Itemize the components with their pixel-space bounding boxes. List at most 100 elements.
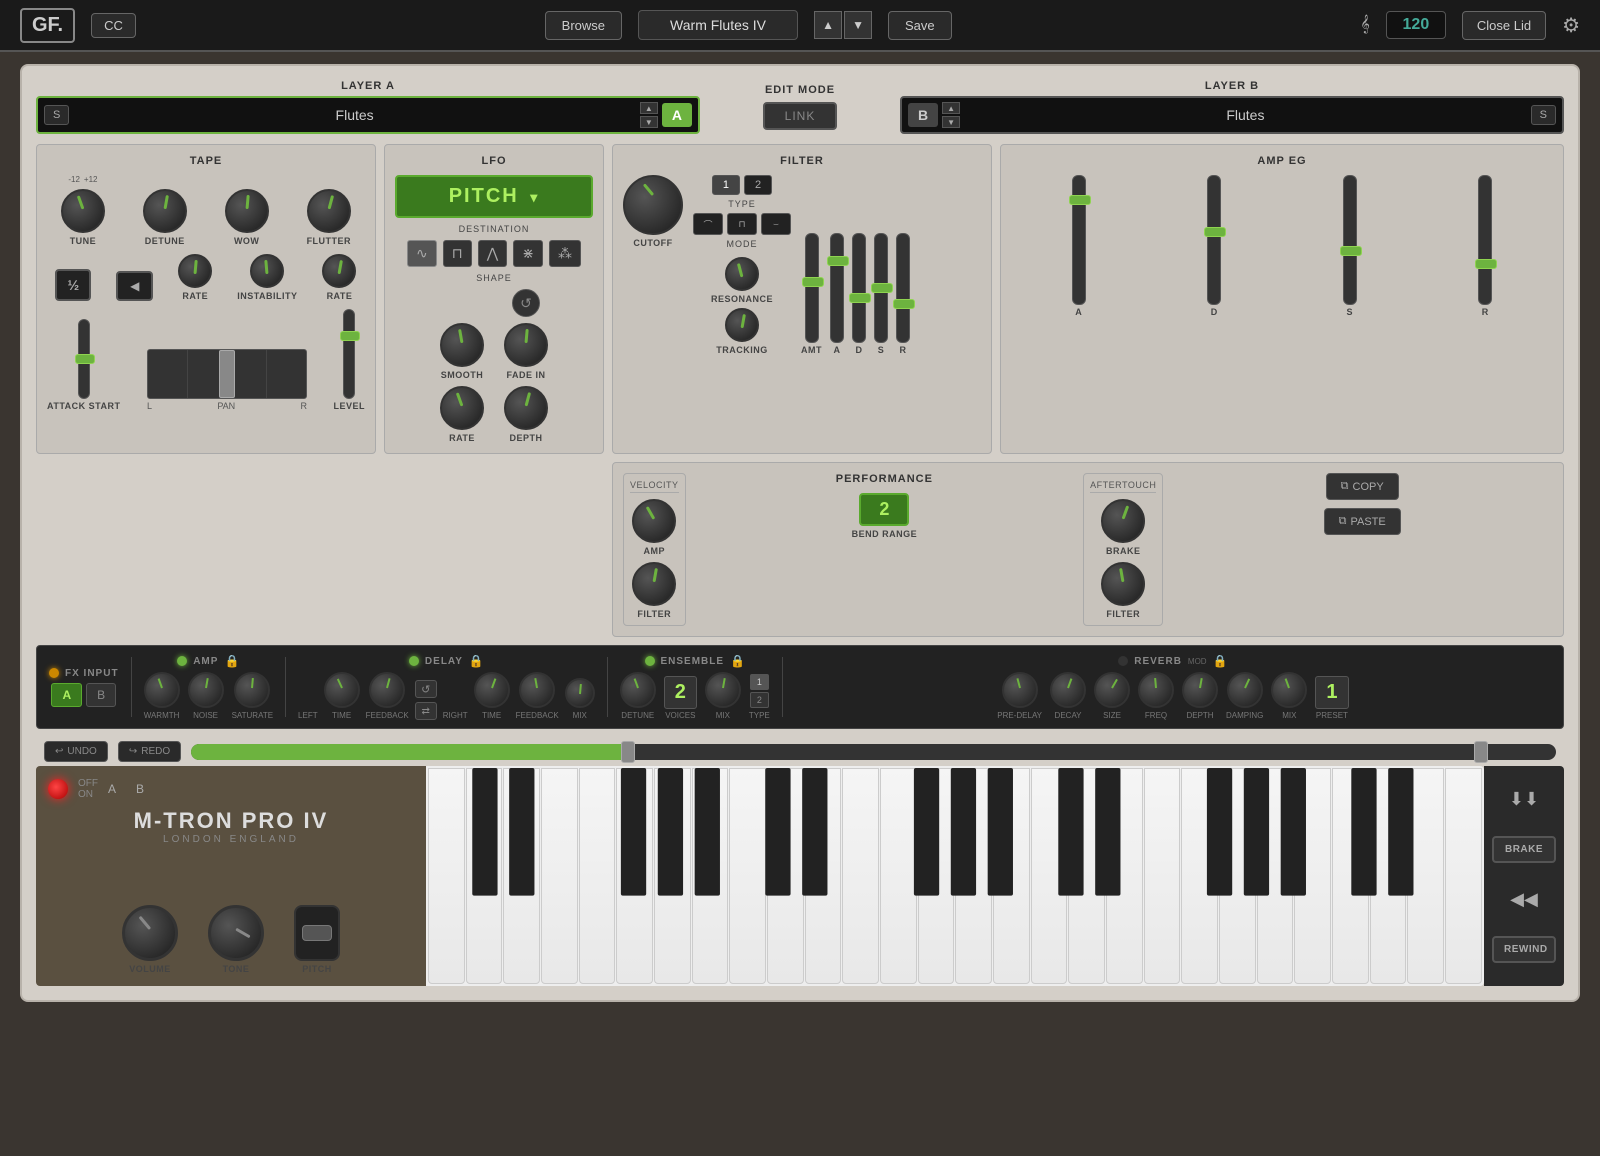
black-key-fs2[interactable] [914,768,939,896]
black-key-eb4[interactable] [1388,768,1413,896]
pitch-strip[interactable] [294,905,340,961]
black-key-eb1[interactable] [509,768,534,896]
lfo-sync-icon[interactable]: ↺ [512,289,540,317]
ens-mix-knob[interactable] [705,672,741,708]
delay-link-btn[interactable]: ⇄ [415,702,437,720]
black-key-bb1[interactable] [695,768,720,896]
ens-detune-knob[interactable] [620,672,656,708]
black-key-eb2[interactable] [802,768,827,896]
black-key-cs2[interactable] [765,768,790,896]
lfo-depth-knob[interactable] [504,386,548,430]
amp-s-slider[interactable] [1343,175,1357,305]
filter-type-1-btn[interactable]: 1 [712,175,740,195]
transport-progress-bar[interactable] [191,744,1556,760]
rev-depth-knob[interactable] [1182,672,1218,708]
fx-a-button[interactable]: A [51,683,82,707]
browse-button[interactable]: Browse [545,11,622,40]
volume-knob[interactable] [122,905,178,961]
rev-damping-knob[interactable] [1227,672,1263,708]
flutter-knob[interactable] [307,189,351,233]
cc-button[interactable]: CC [91,13,136,38]
filter-type-2-btn[interactable]: 2 [744,175,772,195]
shape-saw-btn[interactable]: ⋀ [478,240,507,267]
rev-decay-knob[interactable] [1050,672,1086,708]
detune-knob[interactable] [143,189,187,233]
preset-next-arrow[interactable]: ▼ [844,11,872,39]
filter-r-slider[interactable] [896,233,910,343]
ens-type-1-btn[interactable]: 1 [750,674,769,690]
delay-sync-btn[interactable]: ↺ [415,680,437,698]
black-key-ab2[interactable] [951,768,976,896]
ens-type-2-btn[interactable]: 2 [750,692,769,708]
amp-a-slider[interactable] [1072,175,1086,305]
close-lid-button[interactable]: Close Lid [1462,11,1546,40]
copy-button[interactable]: ⧉ COPY [1326,473,1399,500]
settings-icon[interactable]: ⚙ [1562,13,1580,38]
cutoff-knob[interactable] [623,175,683,235]
filter-a-slider[interactable] [830,233,844,343]
layer-b-down-arrow[interactable]: ▼ [942,116,960,128]
level-slider[interactable] [343,309,355,399]
black-key-fs1[interactable] [621,768,646,896]
filter-s-slider[interactable] [874,233,888,343]
black-key-cs1[interactable] [472,768,497,896]
black-key-ab1[interactable] [658,768,683,896]
undo-button[interactable]: ↩ UNDO [44,741,108,762]
wow-rate-knob[interactable] [178,254,212,288]
reverse-button[interactable]: ◀ [116,271,153,301]
rev-freq-knob[interactable] [1138,672,1174,708]
filter-mode-bp-btn[interactable]: ⊓ [727,213,757,235]
black-key-eb3[interactable] [1095,768,1120,896]
vel-filter-knob[interactable] [632,562,676,606]
lfo-destination-display[interactable]: PITCH ▾ [395,175,593,218]
tone-knob[interactable] [208,905,264,961]
black-key-bb2[interactable] [988,768,1013,896]
layer-b-solo-button[interactable]: S [1531,105,1556,125]
lfo-smooth-knob[interactable] [440,323,484,367]
amp-r-slider[interactable] [1478,175,1492,305]
black-key-fs3[interactable] [1207,768,1232,896]
bpm-display[interactable]: 120 [1386,11,1446,39]
progress-thumb-left[interactable] [621,741,635,763]
layer-a-down-arrow[interactable]: ▼ [640,116,658,128]
layer-a-up-arrow[interactable]: ▲ [640,102,658,114]
brake-side-button[interactable]: BRAKE [1492,836,1556,863]
progress-thumb-right[interactable] [1474,741,1488,763]
tracking-knob[interactable] [725,308,759,342]
black-key-cs3[interactable] [1058,768,1083,896]
rev-size-knob[interactable] [1094,672,1130,708]
perf-filter-knob[interactable] [1101,562,1145,606]
delay-left-feedback-knob[interactable] [369,672,405,708]
warmth-knob[interactable] [144,672,180,708]
attack-start-slider[interactable] [78,319,90,399]
filter-amt-slider[interactable] [805,233,819,343]
shape-ramp-btn[interactable]: ⋇ [513,240,543,267]
delay-mix-knob[interactable] [565,678,595,708]
black-key-ab3[interactable] [1244,768,1269,896]
shape-random-btn[interactable]: ⁂ [549,240,581,267]
pan-area[interactable] [147,349,307,399]
layer-a-solo-button[interactable]: S [44,105,69,125]
half-speed-button[interactable]: ½ [55,269,91,301]
filter-mode-lp-btn[interactable]: ⌒ [693,213,723,235]
rewind-side-button[interactable]: REWIND [1492,936,1556,963]
rev-mix-knob[interactable] [1271,672,1307,708]
lfo-fadein-knob[interactable] [504,323,548,367]
paste-button[interactable]: ⧉ PASTE [1324,508,1401,535]
wow-knob[interactable] [225,189,269,233]
delay-right-feedback-knob[interactable] [519,672,555,708]
filter-mode-hp-btn[interactable]: ⌣ [761,213,791,235]
rev-predelay-knob[interactable] [1002,672,1038,708]
vel-amp-knob[interactable] [632,499,676,543]
power-led[interactable] [48,779,68,799]
saturate-knob[interactable] [234,672,270,708]
brake-knob[interactable] [1101,499,1145,543]
black-key-cs4[interactable] [1351,768,1376,896]
filter-d-slider[interactable] [852,233,866,343]
tune-knob[interactable] [61,189,105,233]
black-key-bb3[interactable] [1281,768,1306,896]
layer-b-up-arrow[interactable]: ▲ [942,102,960,114]
amp-d-slider[interactable] [1207,175,1221,305]
fx-b-button[interactable]: B [86,683,116,707]
flutter-rate-knob[interactable] [322,254,356,288]
